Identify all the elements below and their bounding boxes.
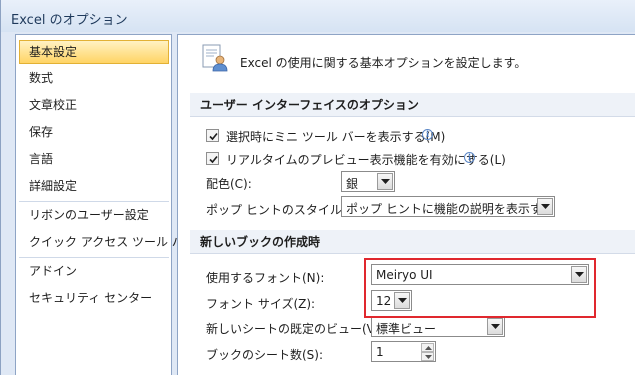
sidebar-item-general[interactable]: 基本設定 bbox=[19, 40, 169, 64]
font-label: 使用するフォント(N): bbox=[206, 271, 325, 285]
sidebar-divider bbox=[19, 201, 169, 202]
sheet-count-label: ブックのシート数(S): bbox=[206, 348, 324, 362]
mini-toolbar-label[interactable]: 選択時にミニ ツール バーを表示する(M) bbox=[226, 128, 445, 145]
default-view-label: 新しいシートの既定のビュー(V): bbox=[206, 322, 384, 336]
spin-up-icon[interactable] bbox=[421, 343, 434, 352]
sidebar: 基本設定 数式 文章校正 保存 言語 詳細設定 リボンのユーザー設定 クイック … bbox=[15, 34, 196, 375]
info-icon[interactable]: i bbox=[464, 152, 475, 163]
window-title: Excel のオプション bbox=[11, 13, 128, 28]
font-settings-highlight bbox=[364, 258, 596, 318]
live-preview-checkbox[interactable] bbox=[206, 152, 219, 165]
options-panel: Excel の使用に関する基本オプションを設定します。 ユーザー インターフェイ… bbox=[177, 34, 635, 375]
sidebar-item-proofing[interactable]: 文章校正 bbox=[19, 93, 169, 117]
sidebar-divider bbox=[19, 257, 169, 258]
info-icon[interactable]: i bbox=[422, 129, 433, 140]
spin-down-icon[interactable] bbox=[421, 352, 434, 361]
color-scheme-value: 銀 bbox=[346, 177, 359, 191]
options-dialog: Excel のオプション 基本設定 数式 文章校正 保存 言語 詳細設定 リボン… bbox=[0, 0, 635, 375]
color-scheme-label: 配色(C): bbox=[206, 177, 252, 191]
sidebar-item-quick-access-toolbar[interactable]: クイック アクセス ツール バー bbox=[19, 230, 196, 254]
sheet-count-value: 1 bbox=[376, 345, 384, 359]
chevron-down-icon[interactable] bbox=[377, 173, 393, 190]
ui-options-section-title: ユーザー インターフェイスのオプション bbox=[190, 93, 635, 117]
screentip-style-label: ポップ ヒントのスタイル(R): bbox=[206, 203, 364, 217]
color-scheme-select[interactable]: 銀 bbox=[341, 171, 395, 192]
screentip-style-select[interactable]: ポップ ヒントに機能の説明を表示する bbox=[341, 196, 555, 217]
sidebar-item-customize-ribbon[interactable]: リボンのユーザー設定 bbox=[19, 203, 169, 227]
title-bar[interactable]: Excel のオプション bbox=[1, 0, 635, 32]
default-view-value: 標準ビュー bbox=[376, 322, 437, 336]
sheet-count-spinner[interactable]: 1 bbox=[371, 341, 436, 362]
panel-description: Excel の使用に関する基本オプションを設定します。 bbox=[240, 56, 527, 70]
sidebar-item-formulas[interactable]: 数式 bbox=[19, 66, 169, 90]
sidebar-item-save[interactable]: 保存 bbox=[19, 120, 169, 144]
new-workbook-section-title: 新しいブックの作成時 bbox=[190, 230, 635, 254]
sidebar-item-trust-center[interactable]: セキュリティ センター bbox=[19, 286, 169, 310]
chevron-down-icon[interactable] bbox=[487, 318, 503, 335]
font-size-label: フォント サイズ(Z): bbox=[206, 297, 316, 311]
sidebar-item-advanced[interactable]: 詳細設定 bbox=[19, 174, 169, 198]
default-view-select[interactable]: 標準ビュー bbox=[371, 316, 505, 337]
sidebar-item-addins[interactable]: アドイン bbox=[19, 259, 169, 283]
general-options-icon bbox=[200, 43, 230, 73]
mini-toolbar-checkbox[interactable] bbox=[206, 129, 219, 142]
screentip-style-value: ポップ ヒントに機能の説明を表示する bbox=[346, 202, 554, 216]
sidebar-item-language[interactable]: 言語 bbox=[19, 147, 169, 171]
chevron-down-icon[interactable] bbox=[537, 198, 553, 215]
